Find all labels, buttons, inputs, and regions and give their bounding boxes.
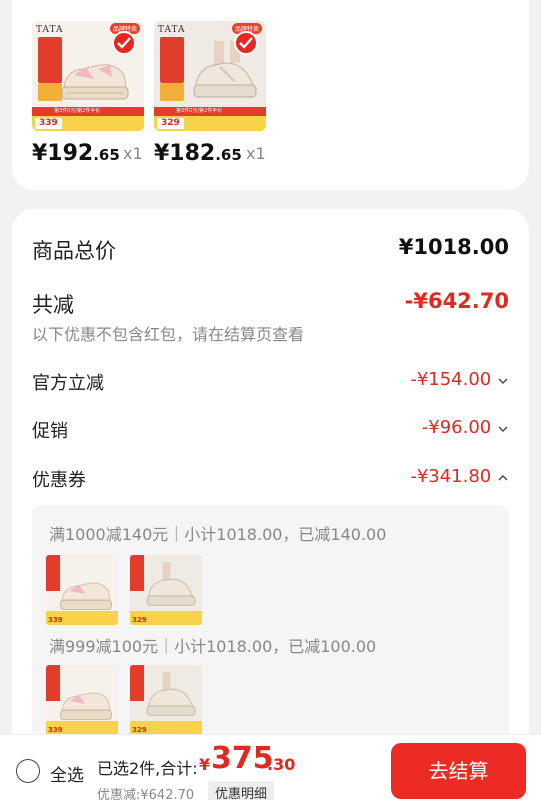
product-thumbnail[interactable]: TATA 品牌特卖 第3件0元/第2件半价 329: [154, 21, 266, 131]
promotion-row[interactable]: -¥96.00: [422, 417, 509, 438]
sandal-shoe-image: [60, 692, 112, 720]
promo-strip-text: 第3件0元/第2件半价: [32, 107, 144, 116]
promo-price: 329: [132, 616, 147, 624]
selected-check-icon[interactable]: [112, 31, 136, 55]
item-price-decimal: .65: [215, 146, 242, 164]
promo-price: 329: [132, 726, 147, 734]
checkout-button[interactable]: 去结算: [391, 743, 526, 799]
item-quantity: x1: [123, 144, 143, 163]
promo-tag-secondary: [38, 83, 62, 101]
select-all-label[interactable]: 全选: [50, 761, 84, 786]
item-quantity: x1: [246, 144, 266, 163]
selected-check-icon[interactable]: [234, 31, 258, 55]
coupon-product-thumb[interactable]: 339: [46, 555, 118, 625]
promo-tag: [38, 37, 62, 83]
total-label: 商品总价: [32, 239, 116, 263]
official-discount-label: 官方立减: [32, 373, 104, 394]
item-price: ¥192.65: [32, 141, 120, 166]
saving-text: 优惠减:¥642.70: [97, 788, 195, 800]
brand-label: TATA: [36, 25, 64, 35]
item-price: ¥182.65: [154, 141, 242, 166]
total-currency: ¥: [199, 755, 211, 774]
sandal-shoe-image: [61, 64, 129, 100]
checkout-bar: 全选 已选2件,合计: ¥ 375 .30 优惠减:¥642.70 优惠明细 去…: [0, 734, 541, 800]
coupon-product-thumb[interactable]: 329: [130, 555, 202, 625]
promo-strip-text: 第3件0元/第2件半价: [154, 107, 266, 116]
price-detail-card: 商品总价 ¥1018.00 共减 -¥642.70 以下优惠不包含红包，请在结算…: [12, 209, 529, 769]
promo-price: 329: [157, 118, 184, 129]
official-discount-value: -¥154.00: [410, 369, 492, 390]
promo-price: 339: [48, 726, 63, 734]
sneaker-shoe-image: [146, 672, 196, 716]
discount-label: 共减: [32, 293, 74, 317]
total-value: ¥1018.00: [398, 235, 509, 259]
promotion-label: 促销: [32, 421, 68, 442]
product-thumbnail[interactable]: TATA 品牌特卖 第3件0元/第2件半价 339: [32, 21, 144, 131]
coupon-product-thumb[interactable]: 339: [46, 665, 118, 735]
chevron-down-icon: [498, 378, 508, 384]
total-amount: 375: [211, 741, 274, 776]
coupon-label: 优惠券: [32, 470, 86, 491]
coupon-value: -¥341.80: [410, 466, 492, 487]
chevron-up-icon: [498, 475, 508, 481]
sandal-shoe-image: [60, 582, 112, 610]
selected-count-text: 已选2件,合计:: [97, 759, 198, 778]
coupon-product-thumb[interactable]: 329: [130, 665, 202, 735]
sneaker-shoe-image: [146, 562, 196, 606]
coupon-row[interactable]: -¥341.80: [410, 466, 509, 487]
coupon-line: 满999减100元｜小计1018.00，已减100.00: [49, 637, 377, 656]
item-price-main: ¥182: [154, 141, 216, 166]
discount-detail-button[interactable]: 优惠明细: [208, 781, 275, 800]
promo-tag: [160, 37, 184, 83]
promo-price: 339: [35, 118, 62, 129]
coupon-detail-panel: 满1000减140元｜小计1018.00，已减140.00 339 329 满9…: [32, 505, 509, 769]
promotion-value: -¥96.00: [421, 417, 492, 438]
promo-tag-secondary: [160, 83, 184, 101]
item-price-decimal: .65: [93, 146, 120, 164]
total-amount-decimal: .30: [267, 755, 296, 774]
chevron-down-icon: [498, 426, 508, 432]
promo-price: 339: [48, 616, 63, 624]
discount-total-value: -¥642.70: [404, 289, 509, 313]
select-all-radio[interactable]: [16, 759, 40, 783]
coupon-line: 满1000减140元｜小计1018.00，已减140.00: [49, 525, 387, 544]
official-discount-row[interactable]: -¥154.00: [410, 369, 509, 390]
brand-label: TATA: [158, 25, 186, 35]
discount-note: 以下优惠不包含红包，请在结算页查看: [32, 325, 305, 344]
selected-products-card: TATA 品牌特卖 第3件0元/第2件半价 339 TATA 品牌特卖 第3件0…: [12, 0, 529, 190]
promo-banner: 第3件0元/第2件半价 339: [32, 107, 144, 131]
item-price-main: ¥192: [32, 141, 94, 166]
promo-banner: 第3件0元/第2件半价 329: [154, 107, 266, 131]
